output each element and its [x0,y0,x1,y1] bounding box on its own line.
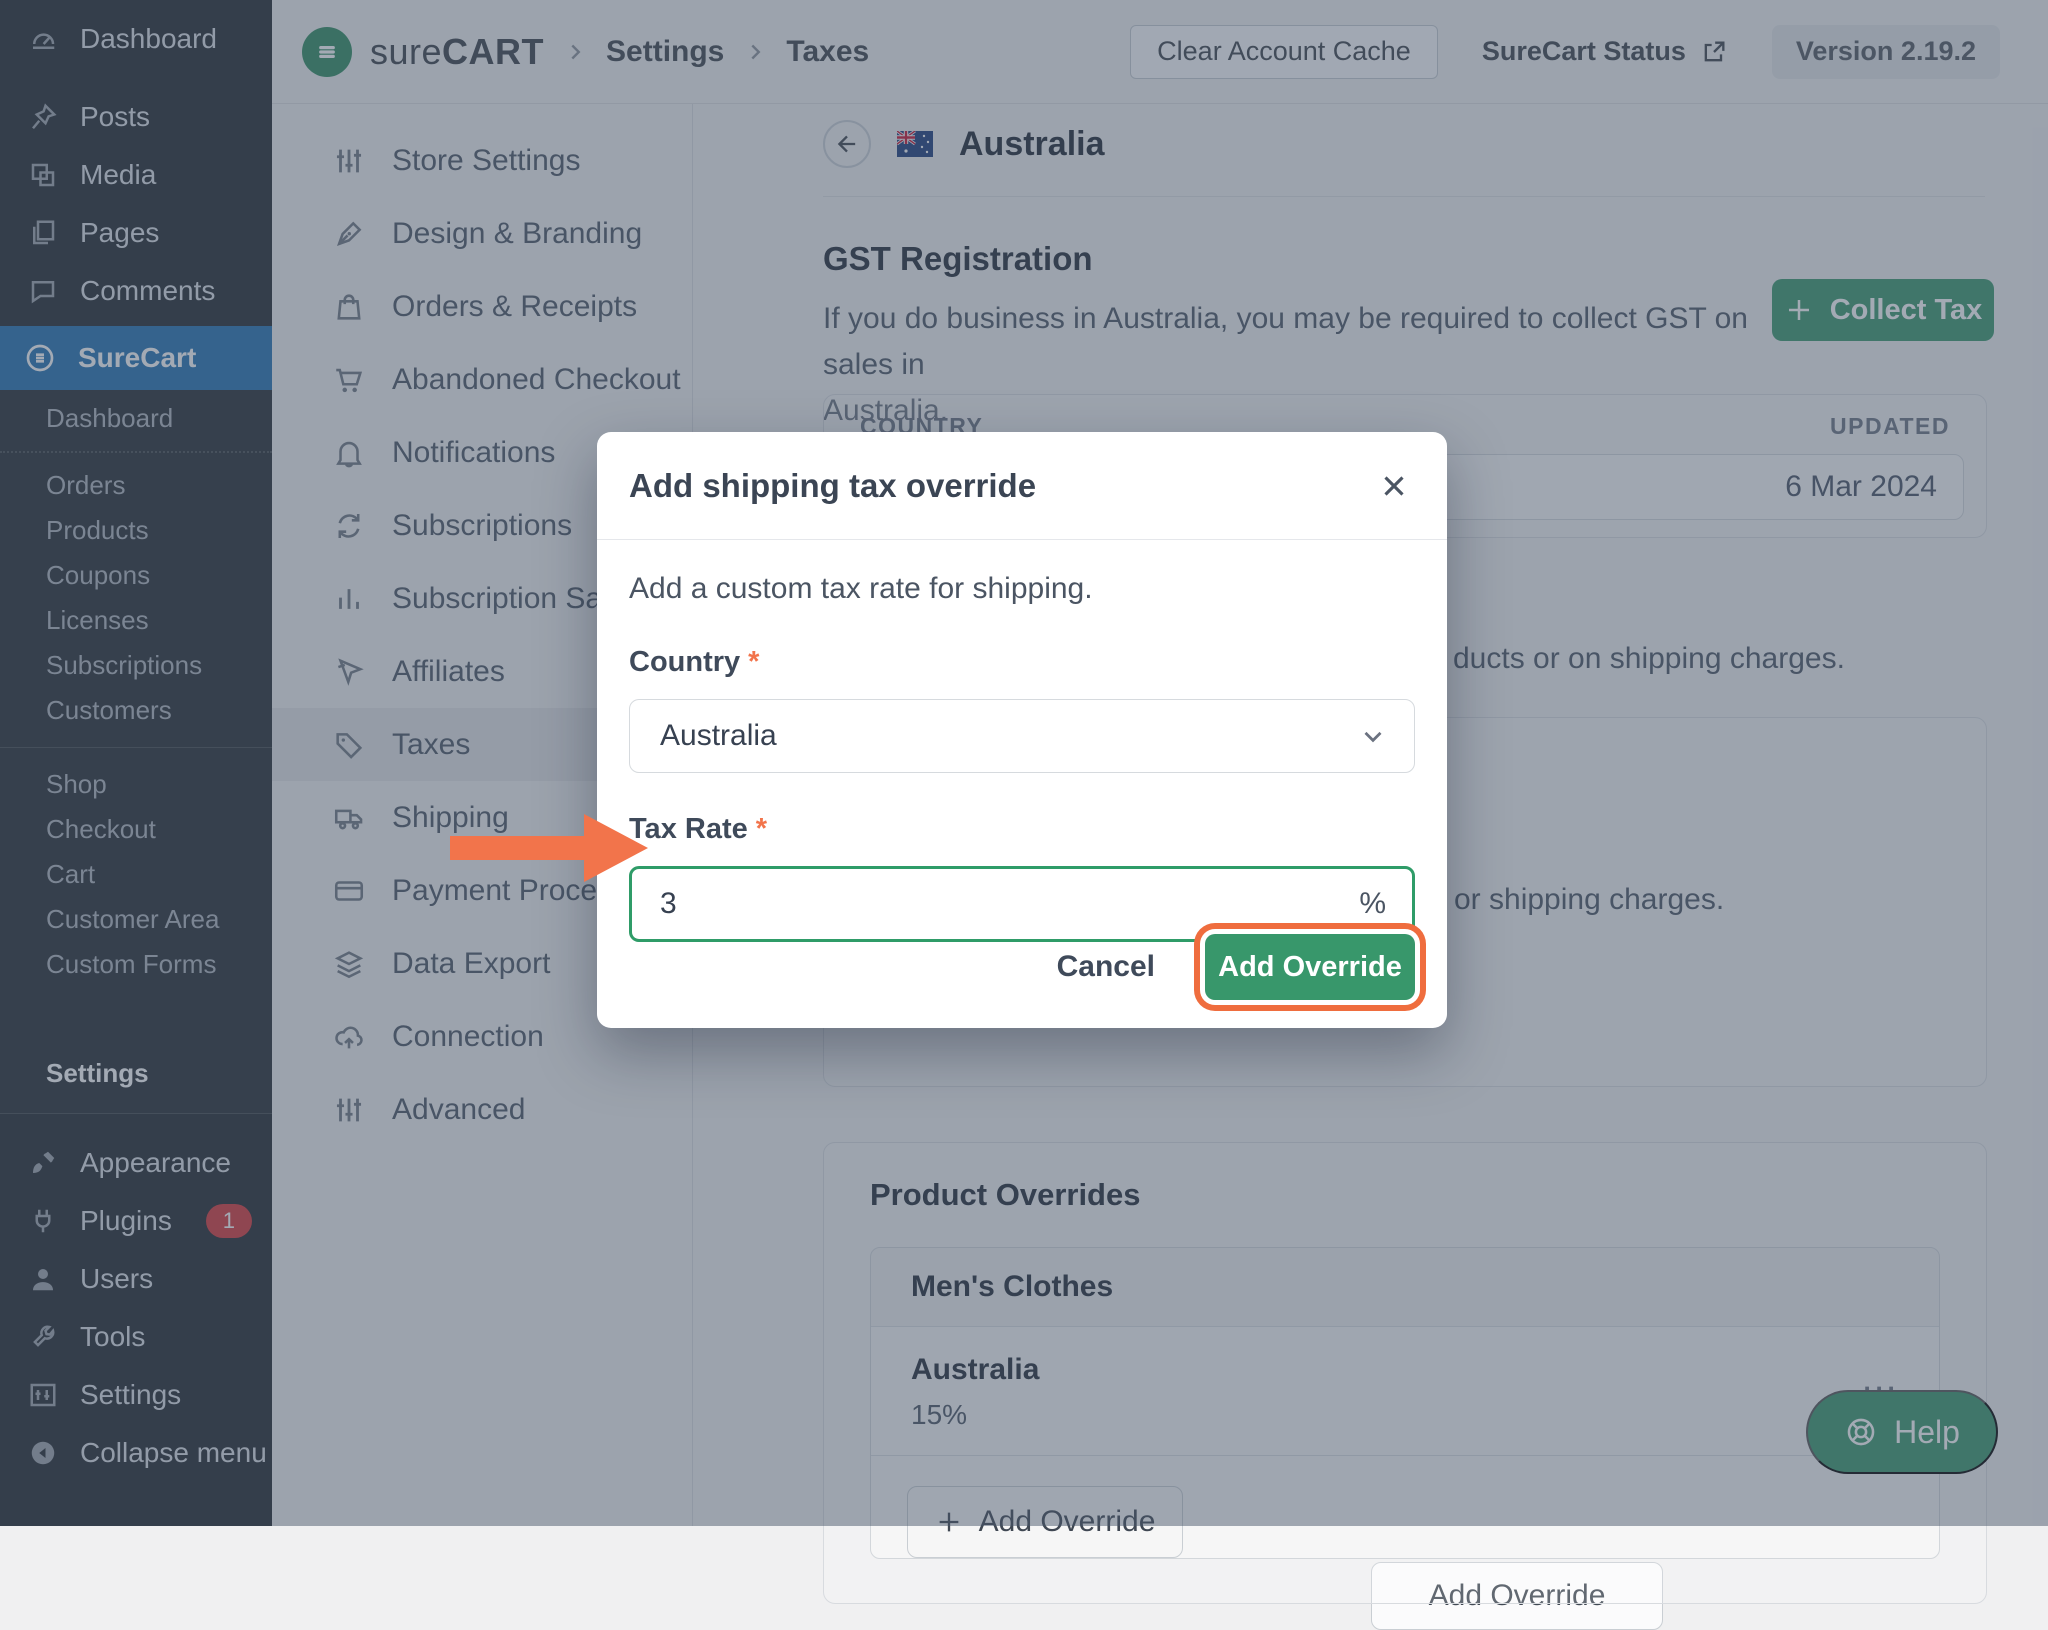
modal-title: Add shipping tax override [629,467,1036,505]
required-marker: * [748,646,759,678]
tax-rate-field-label: Tax Rate* [629,813,1415,846]
label-text: Country [629,646,740,678]
country-select-value: Australia [660,719,777,753]
add-override-submit-button[interactable]: Add Override [1205,934,1415,1000]
percent-suffix: % [1359,887,1386,921]
chevron-down-icon [1358,721,1388,751]
tax-rate-value: 3 [660,887,677,921]
cancel-button[interactable]: Cancel [1051,949,1161,985]
required-marker: * [756,813,767,845]
country-select[interactable]: Australia [629,699,1415,773]
country-field-label: Country* [629,646,1415,679]
tax-rate-input[interactable]: 3 % [629,866,1415,942]
annotation-arrow [450,810,650,886]
modal-description: Add a custom tax rate for shipping. [629,572,1415,606]
add-shipping-tax-override-modal: Add shipping tax override Add a custom t… [597,432,1447,1028]
close-icon[interactable] [1377,469,1411,503]
